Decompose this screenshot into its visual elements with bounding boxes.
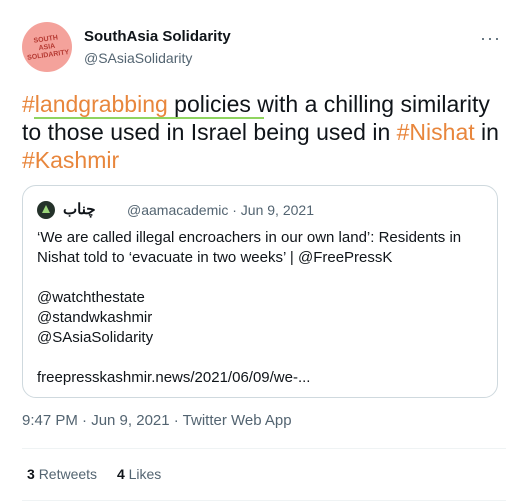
divider [22,500,506,501]
highlight-underline [34,117,264,119]
author-name[interactable]: SouthAsia Solidarity [84,28,231,45]
retweets-label: Retweets [38,466,98,482]
author-avatar[interactable]: SOUTH ASIA SOLIDARITY [22,22,72,72]
quoted-text-line: Nishat told to ‘evacuate in two weeks’ |… [37,249,393,266]
likes-stat[interactable]: 4 Likes [117,466,161,482]
tweet-stats: 3 Retweets 4 Likes [27,466,177,482]
more-options-icon[interactable]: ··· [480,28,501,49]
quoted-tweet-text: ‘We are called illegal encroachers in ou… [37,228,487,388]
author-handle[interactable]: @SAsiaSolidarity [84,50,192,66]
mention-link: @standwkashmir [37,309,153,326]
quoted-link: freepresskashmir.news/2021/06/09/we-... [37,369,311,386]
tweet-text: #landgrabbing policies with a chilling s… [22,90,502,174]
mention-link: @SAsiaSolidarity [37,329,154,346]
divider [22,448,506,449]
hashtag-link[interactable]: #Nishat [397,119,475,145]
likes-label: Likes [128,466,162,482]
quoted-author-name: چناب [63,201,96,218]
quoted-author-avatar [37,201,55,219]
tweet-text-segment: in [474,119,499,145]
likes-count: 4 [116,466,125,482]
retweets-stat[interactable]: 3 Retweets [27,466,97,482]
tweet-timestamp[interactable]: 9:47 PM · Jun 9, 2021 · Twitter Web App [22,412,292,429]
quoted-tweet[interactable]: چناب @aamacademic · Jun 9, 2021 ‘We are … [22,185,498,398]
quoted-author-meta: @aamacademic · Jun 9, 2021 [127,202,314,218]
hashtag-link[interactable]: #landgrabbing [22,91,168,117]
quoted-text-line: ‘We are called illegal encroachers in ou… [37,229,462,246]
hashtag-link[interactable]: #Kashmir [22,147,119,173]
retweets-count: 3 [27,466,35,482]
avatar-logo-text: SOUTH ASIA SOLIDARITY [26,34,70,62]
mention-link: @watchthestate [37,289,145,306]
